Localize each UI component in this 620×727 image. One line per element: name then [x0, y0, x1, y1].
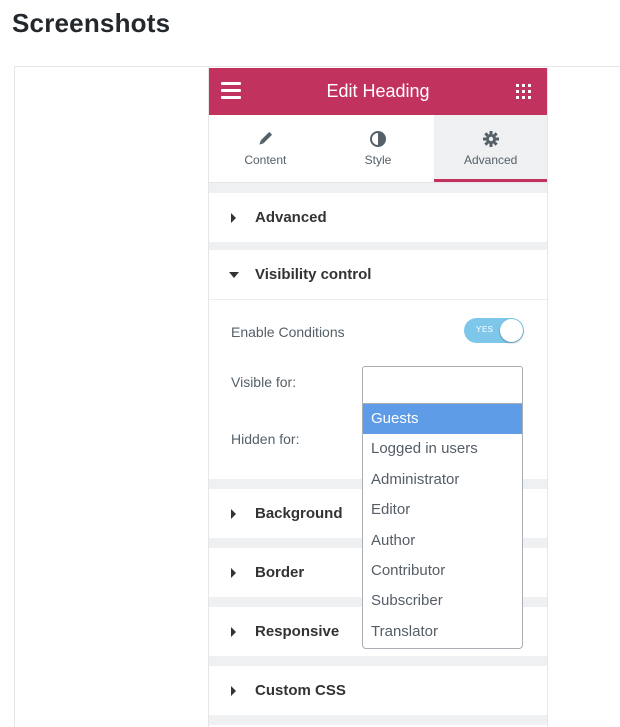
option-subscriber[interactable]: Subscriber [363, 586, 522, 616]
hidden-for-label: Hidden for: [231, 431, 300, 447]
tab-label: Content [244, 153, 287, 167]
page-title: Screenshots [12, 8, 171, 38]
option-translator[interactable]: Translator [363, 617, 522, 647]
caret-right-icon [231, 213, 236, 223]
section-gap [209, 656, 547, 666]
caret-right-icon [231, 627, 236, 637]
panel-tabs: Content Style Advanced [209, 115, 547, 183]
caret-right-icon [231, 686, 236, 696]
gear-icon [434, 129, 547, 149]
tab-label: Style [364, 153, 392, 167]
visible-for-label: Visible for: [231, 374, 297, 390]
half-circle-icon [322, 129, 435, 149]
panel-header: Edit Heading [209, 68, 547, 115]
tab-advanced[interactable]: Advanced [434, 115, 547, 182]
enable-conditions-toggle[interactable]: YES [464, 318, 524, 343]
enable-conditions-label: Enable Conditions [231, 324, 345, 340]
visible-for-select[interactable] [362, 366, 523, 404]
section-visibility-control[interactable]: Visibility control [209, 250, 547, 299]
option-contributor[interactable]: Contributor [363, 556, 522, 586]
caret-down-icon [229, 272, 239, 278]
section-gap [209, 242, 547, 250]
section-gap [209, 715, 547, 725]
tab-label: Advanced [463, 153, 518, 167]
visible-for-options: Guests Logged in users Administrator Edi… [362, 404, 523, 649]
widgets-grid-icon[interactable] [516, 84, 531, 99]
section-gap [209, 183, 547, 193]
caret-right-icon [231, 509, 236, 519]
tab-style[interactable]: Style [322, 115, 435, 182]
section-advanced[interactable]: Advanced [209, 193, 547, 242]
option-logged-in-users[interactable]: Logged in users [363, 434, 522, 464]
pencil-icon [209, 129, 322, 149]
section-custom-css[interactable]: Custom CSS [209, 666, 547, 715]
option-editor[interactable]: Editor [363, 495, 522, 525]
option-administrator[interactable]: Administrator [363, 465, 522, 495]
option-guests[interactable]: Guests [363, 404, 522, 435]
option-author[interactable]: Author [363, 526, 522, 556]
tab-content[interactable]: Content [209, 115, 322, 182]
caret-right-icon [231, 568, 236, 578]
panel-title: Edit Heading [326, 81, 430, 101]
